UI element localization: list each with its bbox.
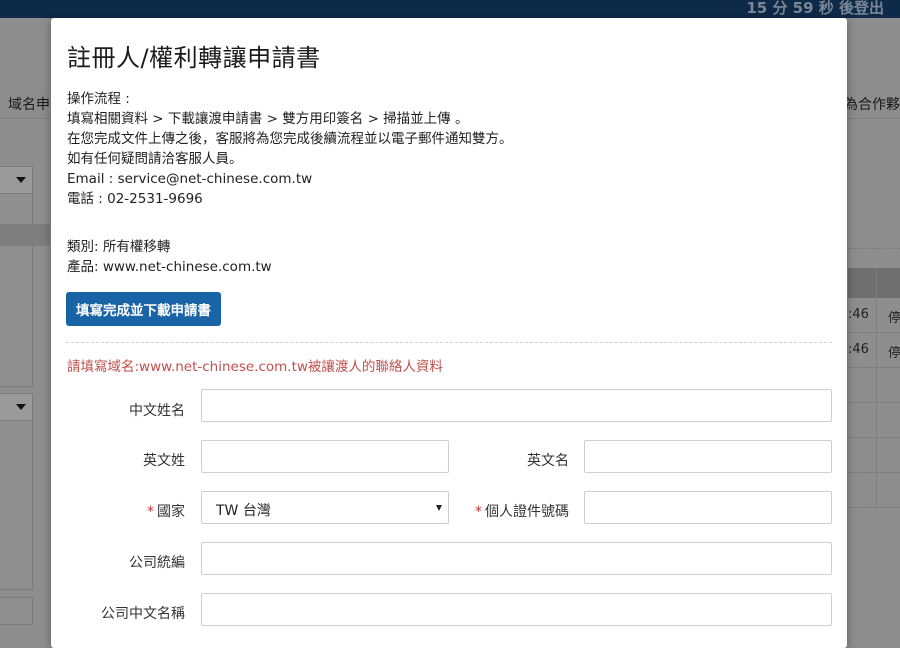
english-given-name-input[interactable] [584, 440, 832, 473]
chinese-name-input[interactable] [201, 389, 832, 422]
country-select[interactable]: TW 台灣 [201, 491, 449, 524]
category-text: 類別: 所有權移轉 [67, 239, 171, 255]
table-row [848, 473, 900, 508]
table-row [848, 438, 900, 473]
section-divider [66, 342, 832, 343]
required-mark: * [475, 504, 482, 520]
instructions-contact-note: 如有任何疑問請洽客服人員。 [67, 151, 243, 167]
background-select [0, 166, 33, 194]
english-surname-label: 英文姓 [143, 453, 185, 469]
company-chinese-name-label: 公司中文名稱 [101, 606, 185, 622]
chevron-down-icon [436, 505, 442, 511]
modal-title: 註冊人/權利轉讓申請書 [67, 44, 321, 72]
background-table-header [848, 268, 900, 298]
background-highlight [0, 224, 50, 246]
background-table: :46 停 :46 停 [848, 268, 900, 508]
table-cell: :46 [848, 342, 869, 357]
transfer-application-modal: 註冊人/權利轉讓申請書 操作流程 : 填寫相關資料 > 下載讓渡申請書 > 雙方… [51, 18, 847, 648]
background-panel [0, 193, 33, 387]
table-cell: 停 [888, 311, 900, 326]
contact-email: Email : service@net-chinese.com.tw [67, 171, 313, 187]
required-mark: * [147, 504, 154, 520]
background-select [0, 393, 33, 421]
product-text: 產品: www.net-chinese.com.tw [67, 259, 272, 275]
logout-timer: 15 分 59 秒 後登出 [746, 0, 884, 17]
id-number-label-text: 個人證件號碼 [485, 504, 569, 520]
country-selected-value: TW 台灣 [216, 503, 271, 519]
table-row: :46 停 [848, 333, 900, 368]
process-instructions: 操作流程 : 填寫相關資料 > 下載讓渡申請書 > 雙方用印簽名 > 掃描並上傳… [67, 89, 513, 209]
background-panel [0, 420, 33, 590]
company-chinese-name-input[interactable] [201, 593, 832, 626]
chinese-name-label: 中文姓名 [129, 403, 185, 419]
background-table-divider [876, 268, 877, 508]
company-tax-id-label: 公司統編 [129, 555, 185, 571]
background-divider [848, 248, 900, 249]
instructions-after-upload: 在您完成文件上傳之後，客服將為您完成後續流程並以電子郵件通知雙方。 [67, 131, 513, 147]
chevron-down-icon [16, 177, 26, 183]
english-given-name-label: 英文名 [527, 453, 569, 469]
country-label-text: 國家 [157, 504, 185, 520]
table-row: :46 停 [848, 298, 900, 333]
table-row [848, 368, 900, 403]
background-panel [0, 597, 33, 625]
table-cell: 停 [888, 346, 900, 361]
id-number-input[interactable] [584, 491, 832, 524]
table-cell: :46 [848, 307, 869, 322]
top-bar: 15 分 59 秒 後登出 [0, 0, 900, 18]
contact-phone: 電話 : 02-2531-9696 [67, 191, 203, 207]
application-info: 類別: 所有權移轉 產品: www.net-chinese.com.tw [67, 237, 272, 277]
company-tax-id-input[interactable] [201, 542, 832, 575]
background-nav-right-item: 為合作夥 [844, 97, 900, 113]
english-surname-input[interactable] [201, 440, 449, 473]
instructions-heading: 操作流程 : [67, 91, 130, 107]
instructions-steps: 填寫相關資料 > 下載讓渡申請書 > 雙方用印簽名 > 掃描並上傳 。 [67, 111, 469, 127]
background-nav-left-item: 域名申 [8, 97, 50, 113]
contact-section-title: 請填寫域名:www.net-chinese.com.tw被讓渡人的聯絡人資料 [67, 359, 443, 375]
table-row [848, 403, 900, 438]
chevron-down-icon [16, 404, 26, 410]
download-application-button[interactable]: 填寫完成並下載申請書 [66, 292, 221, 326]
country-label: * 國家 [147, 501, 185, 521]
id-number-label: * 個人證件號碼 [475, 501, 569, 521]
